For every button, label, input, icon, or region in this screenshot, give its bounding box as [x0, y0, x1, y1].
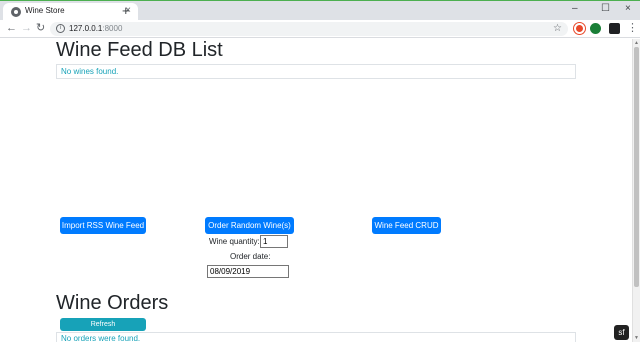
reload-icon[interactable]: ↻: [36, 21, 45, 35]
address-bar[interactable]: i 127.0.0.1:8000 ☆: [50, 22, 568, 36]
star-icon[interactable]: ☆: [553, 22, 562, 36]
url-text: 127.0.0.1:8000: [69, 24, 123, 33]
browser-tab[interactable]: Wine Store ×: [3, 3, 138, 21]
minimize-button[interactable]: –: [572, 3, 578, 15]
globe-icon: [11, 7, 21, 17]
browser-toolbar: ← → ↻ i 127.0.0.1:8000 ☆ ⋮: [0, 20, 640, 38]
quantity-label: Wine quantity:: [209, 237, 260, 246]
order-date-input[interactable]: 08/09/2019: [207, 265, 289, 278]
back-icon[interactable]: ←: [6, 21, 17, 35]
maximize-button[interactable]: ☐: [601, 3, 610, 15]
scroll-down-icon[interactable]: ▼: [634, 335, 639, 341]
new-tab-button[interactable]: +: [122, 4, 130, 17]
settings-extension-icon[interactable]: [590, 23, 601, 34]
menu-icon[interactable]: ⋮: [627, 21, 638, 35]
tab-strip: Wine Store × + – ☐ ×: [0, 0, 640, 21]
close-window-button[interactable]: ×: [625, 3, 631, 15]
scroll-thumb[interactable]: [634, 47, 639, 287]
quantity-input[interactable]: 1: [260, 235, 288, 248]
refresh-button[interactable]: Refresh: [60, 318, 146, 331]
page-content: Wine Feed DB List No wines found. Import…: [0, 39, 632, 342]
orders-title: Wine Orders: [56, 292, 169, 314]
scroll-up-icon[interactable]: ▲: [634, 40, 639, 46]
wine-feed-title: Wine Feed DB List: [56, 39, 223, 61]
info-icon[interactable]: i: [56, 24, 65, 33]
orders-list: No orders were found.: [56, 332, 576, 342]
forward-icon[interactable]: →: [21, 21, 32, 35]
symfony-toolbar-icon[interactable]: sf: [614, 325, 629, 340]
import-rss-button[interactable]: Import RSS Wine Feed: [60, 217, 146, 234]
tab-title: Wine Store: [25, 6, 65, 15]
page-scrollbar[interactable]: ▲ ▼: [632, 39, 640, 342]
order-random-button[interactable]: Order Random Wine(s): [205, 217, 294, 234]
extension-icon[interactable]: [609, 23, 620, 34]
extension-icon[interactable]: [574, 23, 585, 34]
wine-feed-list: No wines found.: [56, 64, 576, 79]
wine-feed-crud-button[interactable]: Wine Feed CRUD: [372, 217, 441, 234]
order-date-label: Order date:: [230, 252, 271, 261]
